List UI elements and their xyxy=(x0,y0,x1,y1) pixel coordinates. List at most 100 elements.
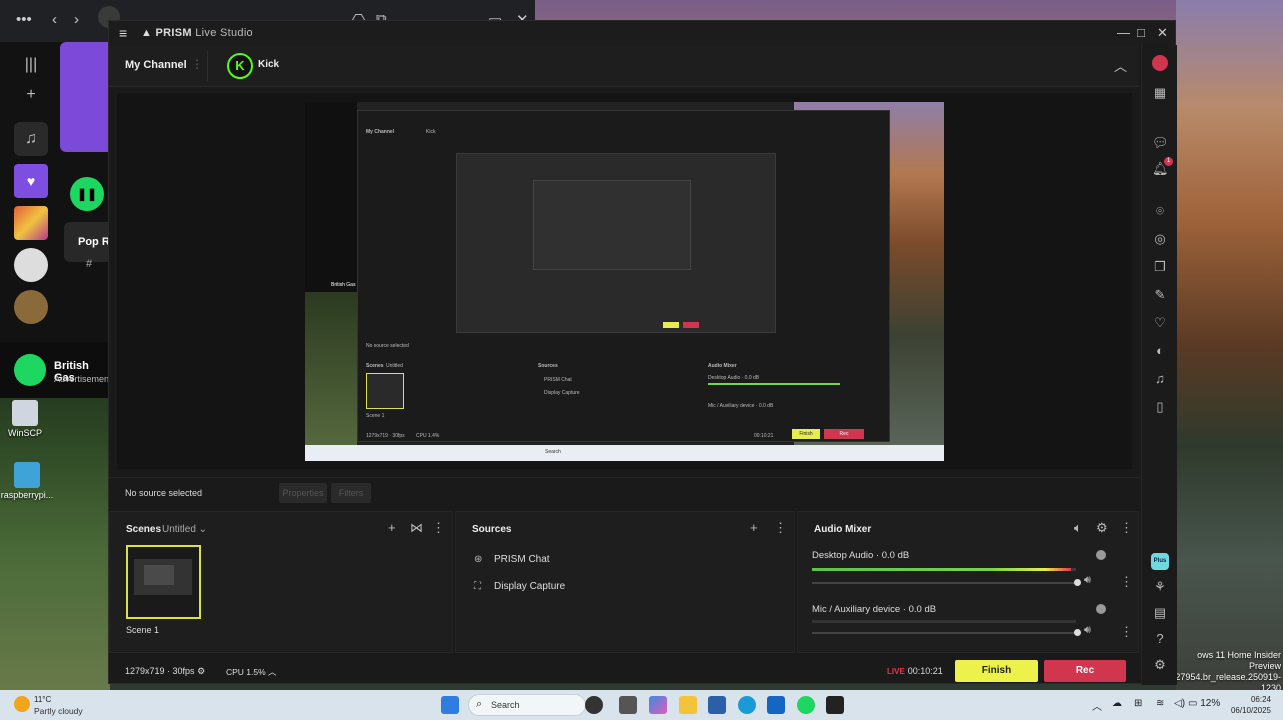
edge-icon[interactable] xyxy=(738,696,756,714)
taskbar-search[interactable]: ⌕ Search xyxy=(468,694,586,716)
chevron-up-icon[interactable]: ︿ xyxy=(1114,56,1127,75)
app-title: ▲ PRISM Live Studio xyxy=(141,27,253,39)
play-pause-button[interactable]: ❚❚ xyxy=(70,177,104,211)
kick-channel-icon[interactable]: K xyxy=(227,53,253,79)
add-source-icon[interactable]: + xyxy=(750,520,758,535)
status-bar: 1279x719 · 30fps ⚙ CPU 1.5% ︿ LIVE 00:10:… xyxy=(109,657,1139,685)
rec-button[interactable]: Rec xyxy=(1044,660,1126,682)
mic-slider-knob[interactable] xyxy=(1074,629,1081,636)
wifi-icon[interactable]: ≋ xyxy=(1156,698,1164,709)
my-channel-label[interactable]: My Channel xyxy=(125,59,187,71)
multi-window-icon[interactable]: ❐ xyxy=(1152,259,1168,275)
spotify-card[interactable]: Pop Ro xyxy=(64,222,110,262)
task-view-icon[interactable] xyxy=(619,696,637,714)
tray-icon-2[interactable]: ⊞ xyxy=(1134,698,1142,709)
sources-more-icon[interactable]: ⋮ xyxy=(774,520,787,536)
source-item-prism-chat[interactable]: ⊛ PRISM Chat xyxy=(474,554,550,565)
desktop-audio-volume-slider[interactable] xyxy=(812,579,1081,586)
scene-collection-dropdown[interactable]: Untitled ⌄ xyxy=(162,524,207,535)
settings-icon[interactable]: ⚙ xyxy=(1152,657,1168,673)
audio-mixer-panel: Audio Mixer 🔈︎ ⚙ ⋮ Desktop Audio · 0.0 d… xyxy=(797,511,1139,653)
mic-toggle[interactable] xyxy=(1096,604,1106,614)
filters-button[interactable]: Filters xyxy=(331,483,371,503)
desktop-icon-winscp[interactable]: WinSCP xyxy=(0,400,60,438)
desktop-audio-slider-knob[interactable] xyxy=(1074,579,1081,586)
volume-icon[interactable]: ◁) xyxy=(1174,698,1185,709)
battery-icon[interactable]: ▭ 12% xyxy=(1188,698,1220,709)
resolution-label[interactable]: 1279x719 · 30fps ⚙ xyxy=(125,666,205,677)
liked-songs-icon[interactable]: ♥ xyxy=(14,164,48,198)
add-scene-icon[interactable]: + xyxy=(388,520,396,535)
preview-chat: PRISM Chat xyxy=(544,377,572,383)
back-icon[interactable]: ‹ xyxy=(52,11,57,28)
heart-icon[interactable]: ♡ xyxy=(1152,315,1168,331)
spotify-ad[interactable]: British Gas Advertisemen xyxy=(0,342,110,398)
notification-badge: 1 xyxy=(1164,157,1173,166)
maximize-icon[interactable]: □ xyxy=(1137,25,1145,40)
plugins-icon[interactable]: ⚘ xyxy=(1152,579,1168,595)
plus-badge[interactable]: Plus xyxy=(1151,553,1169,570)
transition-icon[interactable]: ⋈ xyxy=(410,520,423,536)
weather-desc[interactable]: Partly cloudy xyxy=(34,706,83,716)
mic-mute-icon[interactable]: 🔊︎ xyxy=(1084,624,1091,637)
close-window-icon[interactable]: ✕ xyxy=(1157,25,1168,41)
start-icon[interactable] xyxy=(441,696,459,714)
copilot-icon[interactable] xyxy=(649,696,667,714)
forward-icon[interactable]: › xyxy=(74,11,79,28)
tray-chevron-icon[interactable]: ︿ xyxy=(1092,698,1102,713)
file-explorer-icon[interactable] xyxy=(679,696,697,714)
desktop-audio-mute-icon[interactable]: 🔊︎ xyxy=(1084,574,1091,587)
desktop-audio-toggle[interactable] xyxy=(1096,550,1106,560)
finish-button[interactable]: Finish xyxy=(955,660,1038,682)
artist-avatar[interactable] xyxy=(14,248,48,282)
speaker-icon[interactable]: 🔈︎ xyxy=(1074,520,1082,536)
source-item-display-capture[interactable]: ⛶ Display Capture xyxy=(474,581,565,592)
sources-title: Sources xyxy=(472,524,512,535)
weather-temp[interactable]: 11°C xyxy=(34,695,51,704)
mixer-more-icon[interactable]: ⋮ xyxy=(1120,520,1133,536)
mic-more-icon[interactable]: ⋮ xyxy=(1120,624,1133,640)
preview-scenes: Scenes xyxy=(366,363,384,369)
outlook-icon[interactable] xyxy=(767,696,785,714)
music-icon[interactable]: ♫ xyxy=(1152,371,1168,387)
mobile-icon[interactable]: ▯ xyxy=(1152,399,1168,415)
desktop-audio-more-icon[interactable]: ⋮ xyxy=(1120,574,1133,590)
clock[interactable]: 06:24 06/10/2025 xyxy=(1231,694,1271,716)
scenes-more-icon[interactable]: ⋮ xyxy=(432,520,445,536)
app-icon-1[interactable] xyxy=(585,696,603,714)
sticker-icon[interactable]: ◐ xyxy=(1152,343,1168,359)
scene-thumbnail[interactable] xyxy=(126,545,201,619)
spotify-taskbar-icon[interactable] xyxy=(797,696,815,714)
cpu-usage[interactable]: CPU 1.5% ︿ xyxy=(226,666,277,678)
profile-avatar-icon[interactable] xyxy=(1152,55,1168,71)
mic-volume-slider[interactable] xyxy=(812,629,1081,636)
drawing-icon[interactable]: ✎ xyxy=(1152,287,1168,303)
preview-canvas[interactable]: My Channel Kick No source selected Scene… xyxy=(117,93,1132,469)
library-icon[interactable]: ||| xyxy=(14,48,48,82)
camera-icon[interactable]: ⌾ xyxy=(1152,203,1168,219)
prism-taskbar-icon[interactable] xyxy=(826,696,844,714)
playlist-cover-2[interactable] xyxy=(14,290,48,324)
more-icon[interactable]: ••• xyxy=(16,11,32,28)
tray-app-icon[interactable]: ☁ xyxy=(1112,698,1122,709)
mixer-settings-icon[interactable]: ⚙ xyxy=(1096,520,1108,536)
search-icon: ⌕ xyxy=(476,698,483,710)
add-icon[interactable]: + xyxy=(14,78,48,112)
layout-icon[interactable]: ▦ xyxy=(1152,85,1168,101)
chat-icon[interactable]: 💬︎ xyxy=(1152,135,1169,151)
playlist-cover-1[interactable] xyxy=(14,206,48,240)
hamburger-menu-icon[interactable]: ≡ xyxy=(119,25,127,41)
minimize-icon[interactable]: — xyxy=(1117,25,1130,40)
channel-more-icon[interactable]: ⋮ xyxy=(191,57,203,71)
properties-button[interactable]: Properties xyxy=(279,483,327,503)
store-icon[interactable] xyxy=(708,696,726,714)
music-note-icon[interactable]: ♫ xyxy=(14,122,48,156)
channel-name[interactable]: Kick xyxy=(258,59,279,70)
virtual-camera-icon[interactable]: ◎ xyxy=(1152,231,1168,247)
desktop-icon-raspberrypi[interactable]: raspberrypi... xyxy=(0,462,62,500)
panel-icon[interactable]: ▤ xyxy=(1152,605,1168,621)
scene-label[interactable]: Scene 1 xyxy=(126,625,159,635)
weather-icon[interactable] xyxy=(14,696,30,712)
help-icon[interactable]: ? xyxy=(1152,631,1168,647)
preview-res: 1279x719 · 30fps xyxy=(366,433,405,439)
